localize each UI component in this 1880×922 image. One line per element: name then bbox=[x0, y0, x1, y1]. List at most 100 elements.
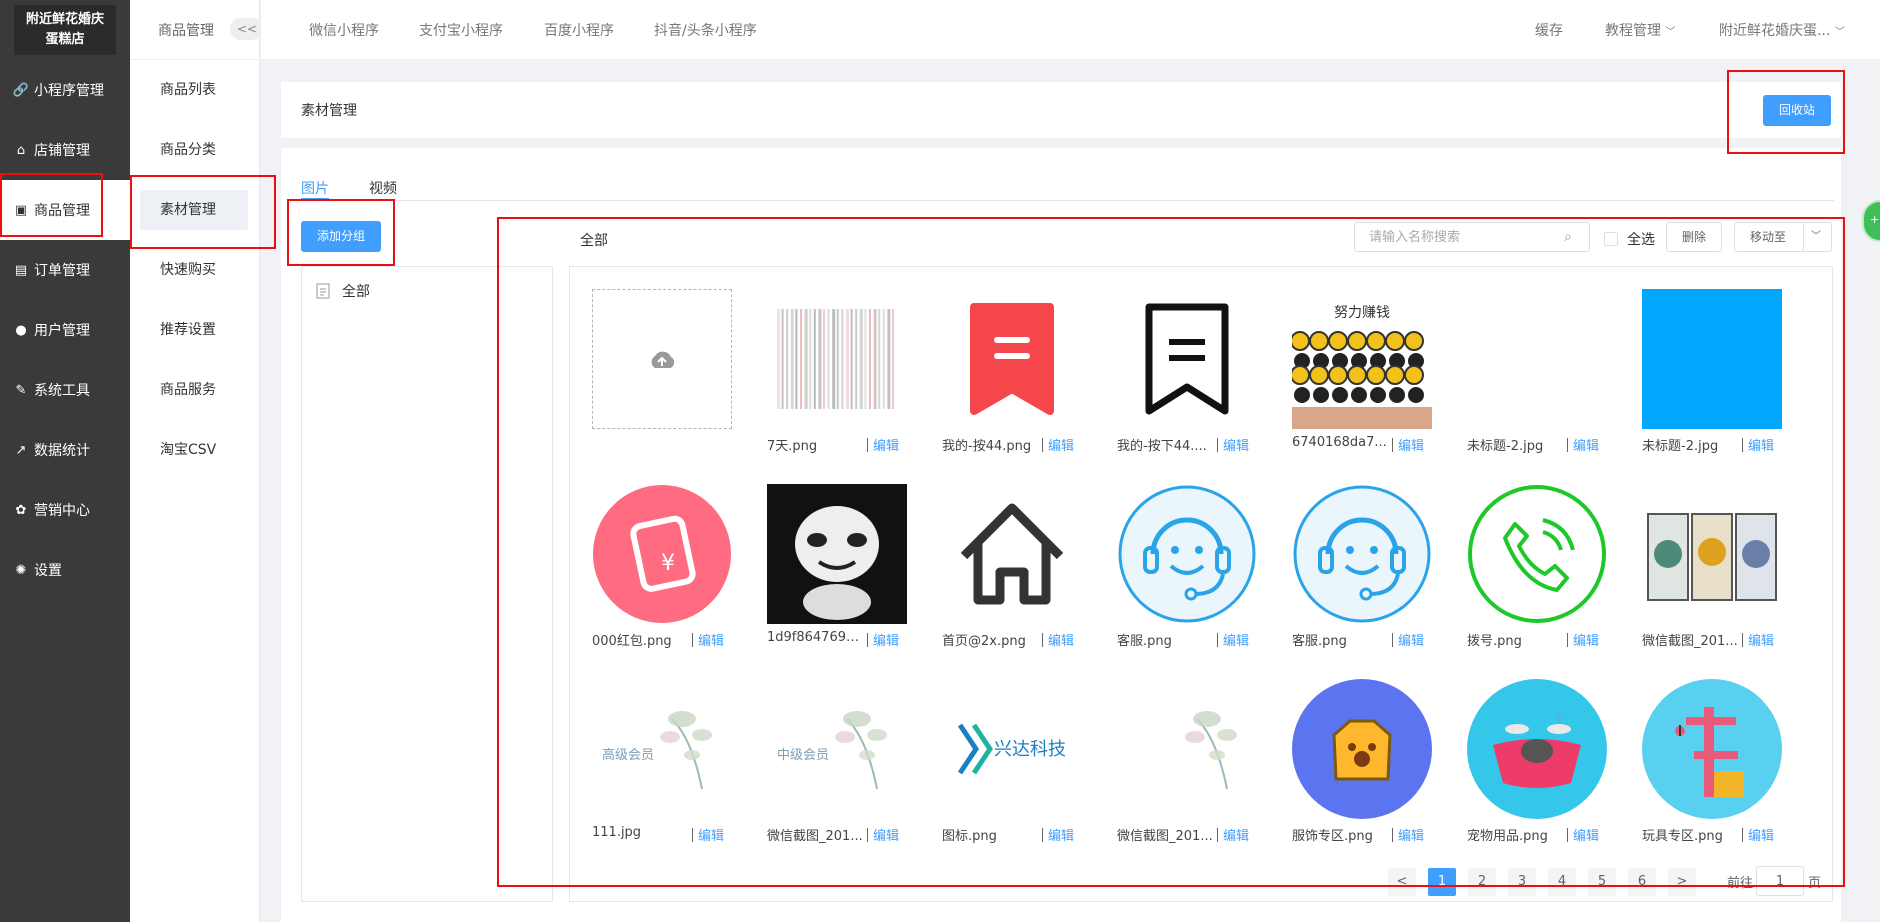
edit-link[interactable]: 编辑 bbox=[873, 630, 899, 649]
media-card[interactable]: 首页@2x.png 编辑 bbox=[942, 484, 1082, 674]
sidebar-item-product[interactable]: ▣ 商品管理 bbox=[0, 180, 130, 240]
media-thumbnail[interactable]: 兴达科技 bbox=[942, 679, 1082, 819]
edit-link[interactable]: 编辑 bbox=[1573, 435, 1599, 454]
tab-wechat-miniprogram[interactable]: 微信小程序 bbox=[309, 20, 379, 40]
page-number-button[interactable]: 4 bbox=[1548, 868, 1576, 896]
edit-link[interactable]: 编辑 bbox=[1748, 825, 1774, 844]
media-thumbnail[interactable] bbox=[1642, 289, 1782, 429]
search-input[interactable] bbox=[1354, 222, 1590, 252]
media-card[interactable]: 高级会员 111.jpg 编辑 bbox=[592, 679, 732, 869]
media-card[interactable]: 未标题-2.jpg 编辑 bbox=[1467, 289, 1607, 479]
media-thumbnail[interactable] bbox=[767, 484, 907, 624]
media-card[interactable]: 客服.png 编辑 bbox=[1292, 484, 1432, 674]
tutorial-menu[interactable]: 教程管理 ﹀ bbox=[1605, 20, 1675, 40]
media-thumbnail[interactable] bbox=[767, 289, 907, 429]
edit-link[interactable]: 编辑 bbox=[1398, 630, 1424, 649]
media-card[interactable]: 7天.png 编辑 bbox=[767, 289, 907, 479]
edit-link[interactable]: 编辑 bbox=[1223, 825, 1249, 844]
media-thumbnail[interactable]: ¥ bbox=[592, 484, 732, 624]
page-number-button[interactable]: 3 bbox=[1508, 868, 1536, 896]
cloud-upload-icon[interactable] bbox=[647, 348, 677, 370]
media-card[interactable]: 兴达科技 图标.png 编辑 bbox=[942, 679, 1082, 869]
subnav-item[interactable]: 商品分类 bbox=[140, 130, 248, 170]
edit-link[interactable]: 编辑 bbox=[1048, 630, 1074, 649]
media-thumbnail[interactable] bbox=[1642, 679, 1782, 819]
media-card[interactable]: 微信截图_201... 编辑 bbox=[1117, 679, 1257, 869]
subnav-item[interactable]: 淘宝CSV bbox=[140, 430, 248, 470]
page-number-button[interactable]: 1 bbox=[1428, 868, 1456, 896]
sidebar-item-store[interactable]: ⌂ 店铺管理 bbox=[0, 120, 130, 180]
edit-link[interactable]: 编辑 bbox=[1748, 630, 1774, 649]
media-card[interactable]: 我的-按下44.... 编辑 bbox=[1117, 289, 1257, 479]
tab-alipay-miniprogram[interactable]: 支付宝小程序 bbox=[419, 20, 503, 40]
media-thumbnail[interactable] bbox=[942, 289, 1082, 429]
edit-link[interactable]: 编辑 bbox=[1573, 825, 1599, 844]
media-card[interactable]: ¥000红包.png 编辑 bbox=[592, 484, 732, 674]
sidebar-item-marketing[interactable]: ✿ 营销中心 bbox=[0, 480, 130, 540]
media-thumbnail[interactable] bbox=[1467, 289, 1607, 429]
tab-baidu-miniprogram[interactable]: 百度小程序 bbox=[544, 20, 614, 40]
media-thumbnail[interactable] bbox=[1117, 289, 1257, 429]
media-card[interactable]: 客服.png 编辑 bbox=[1117, 484, 1257, 674]
page-number-button[interactable]: 2 bbox=[1468, 868, 1496, 896]
edit-link[interactable]: 编辑 bbox=[1573, 630, 1599, 649]
media-card[interactable]: 拨号.png 编辑 bbox=[1467, 484, 1607, 674]
floating-helper-icon[interactable]: +2 bbox=[1862, 200, 1880, 242]
search-icon[interactable]: ⌕ bbox=[1564, 229, 1572, 245]
media-card[interactable]: 玩具专区.png 编辑 bbox=[1642, 679, 1782, 869]
edit-link[interactable]: 编辑 bbox=[1223, 630, 1249, 649]
select-all-checkbox[interactable]: 全选 bbox=[1604, 229, 1655, 249]
media-card[interactable]: 未标题-2.jpg 编辑 bbox=[1642, 289, 1782, 479]
media-thumbnail[interactable] bbox=[1467, 484, 1607, 624]
delete-button[interactable]: 删除 bbox=[1666, 222, 1722, 252]
upload-area[interactable] bbox=[592, 289, 732, 429]
sidebar-item-wrench[interactable]: ✎ 系统工具 bbox=[0, 360, 130, 420]
prev-page-button[interactable]: < bbox=[1388, 868, 1416, 896]
edit-link[interactable]: 编辑 bbox=[1398, 825, 1424, 844]
media-thumbnail[interactable] bbox=[1117, 679, 1257, 819]
sidebar-item-chart[interactable]: ↗ 数据统计 bbox=[0, 420, 130, 480]
sidebar-item-settings[interactable]: ✺ 设置 bbox=[0, 540, 130, 600]
sidebar-item-user[interactable]: ● 用户管理 bbox=[0, 300, 130, 360]
edit-link[interactable]: 编辑 bbox=[873, 435, 899, 454]
media-card[interactable]: 中级会员 微信截图_201... 编辑 bbox=[767, 679, 907, 869]
media-thumbnail[interactable] bbox=[1467, 679, 1607, 819]
subnav-item[interactable]: 商品服务 bbox=[140, 370, 248, 410]
media-thumbnail[interactable] bbox=[1642, 484, 1782, 624]
edit-link[interactable]: 编辑 bbox=[1223, 435, 1249, 454]
subnav-item[interactable]: 商品列表 bbox=[140, 70, 248, 110]
media-card[interactable]: 努力赚钱 6740168da7... 编辑 bbox=[1292, 289, 1432, 479]
media-card[interactable]: 宠物用品.png 编辑 bbox=[1467, 679, 1607, 869]
sidebar-item-order[interactable]: ▤ 订单管理 bbox=[0, 240, 130, 300]
page-number-input[interactable] bbox=[1756, 866, 1804, 896]
recycle-bin-button[interactable]: 回收站 bbox=[1763, 95, 1831, 126]
add-group-button[interactable]: 添加分组 bbox=[301, 221, 381, 252]
edit-link[interactable]: 编辑 bbox=[1398, 435, 1424, 454]
next-page-button[interactable]: > bbox=[1668, 868, 1696, 896]
collapse-button[interactable]: << bbox=[230, 18, 264, 40]
media-thumbnail[interactable] bbox=[1117, 484, 1257, 624]
media-card[interactable]: 服饰专区.png 编辑 bbox=[1292, 679, 1432, 869]
shop-menu[interactable]: 附近鲜花婚庆蛋... ﹀ bbox=[1719, 20, 1845, 40]
subnav-item[interactable]: 推荐设置 bbox=[140, 310, 248, 350]
cache-link[interactable]: 缓存 bbox=[1535, 20, 1563, 40]
tab-douyin-miniprogram[interactable]: 抖音/头条小程序 bbox=[654, 20, 757, 40]
media-card[interactable]: 我的-按44.png 编辑 bbox=[942, 289, 1082, 479]
move-to-dropdown[interactable]: 移动至 ﹀ bbox=[1734, 222, 1832, 252]
media-thumbnail[interactable] bbox=[942, 484, 1082, 624]
sidebar-item-link[interactable]: 🔗 小程序管理 bbox=[0, 60, 130, 120]
page-number-button[interactable]: 5 bbox=[1588, 868, 1616, 896]
subnav-item[interactable]: 素材管理 bbox=[140, 190, 248, 230]
edit-link[interactable]: 编辑 bbox=[698, 825, 724, 844]
subnav-item[interactable]: 快速购买 bbox=[140, 250, 248, 290]
media-card[interactable]: 微信截图_201... 编辑 bbox=[1642, 484, 1782, 674]
media-thumbnail[interactable]: 高级会员 bbox=[592, 679, 732, 819]
media-card[interactable]: 1d9f8647693... 编辑 bbox=[767, 484, 907, 674]
edit-link[interactable]: 编辑 bbox=[1048, 435, 1074, 454]
tab-images[interactable]: 图片 bbox=[301, 178, 329, 198]
upload-card[interactable] bbox=[592, 289, 732, 479]
tab-videos[interactable]: 视频 bbox=[369, 178, 397, 198]
edit-link[interactable]: 编辑 bbox=[1048, 825, 1074, 844]
group-item-all[interactable]: 全部 bbox=[316, 281, 370, 301]
media-thumbnail[interactable] bbox=[1292, 679, 1432, 819]
